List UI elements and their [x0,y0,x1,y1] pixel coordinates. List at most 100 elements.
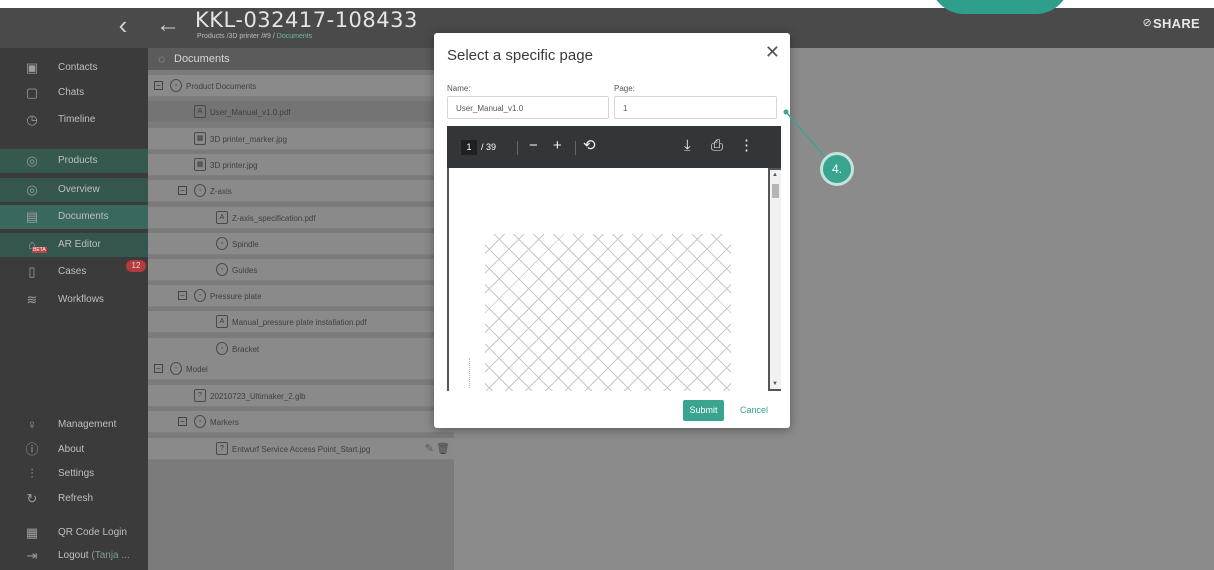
close-icon[interactable]: ✕ [765,43,780,61]
scroll-thumb[interactable] [772,184,779,198]
tree-row-guides[interactable]: ◦ Guides ⇪ [148,259,454,281]
sidebar-item-label: Overview [58,184,100,195]
sidebar-item-management[interactable]: ♀ Management [0,413,148,437]
tree-row-manual-pressure-plate[interactable]: A Manual_pressure plate installation.pdf… [148,311,454,333]
tree-row-ultimaker-glb[interactable]: ? 20210723_Ultimaker_2.glb ✎ [148,385,454,407]
pdf-scrollbar[interactable]: ▲ ▼ [770,170,781,389]
sidebar-item-label: Products [58,155,98,166]
sidebar-item-logout[interactable]: ⇥ Logout (Tanja ... [0,544,148,568]
step-number-badge: 4. [820,152,854,186]
tree-row-bracket[interactable]: ◦ Bracket ⇪ [148,338,454,360]
pdf-file-icon: A [194,105,206,118]
sidebar-item-label: Workflows [58,294,104,305]
model-file-icon: ? [194,389,206,402]
sidebar-item-label: Settings [58,468,95,479]
tree-row-label: 3D printer_marker.jpg [210,135,287,144]
tree-row-3d-printer-marker[interactable]: ▦ 3D printer_marker.jpg ⇪ [148,128,454,150]
folder-icon: ◦ [194,415,206,428]
cancel-button[interactable]: Cancel [740,405,768,415]
sidebar-item-refresh[interactable]: ↻ Refresh [0,487,148,511]
tree-row-label: Bracket [232,345,260,354]
sidebar-item-overview[interactable]: ◎ Overview [0,178,148,202]
cases-count-badge: 12 [126,260,146,272]
scroll-up-icon[interactable]: ▲ [772,172,778,178]
pdf-page-input[interactable]: 1 [461,140,477,155]
sidebar-item-label: QR Code Login [58,527,127,538]
trash-icon[interactable]: 🗑 [436,442,450,455]
tree-header-label: Documents [174,53,230,65]
pdf-viewer: 1 / 39 − + ⟲ ⤓ ⎙ ⋮ ▲ ▼ [447,126,781,391]
workflows-icon: ≋ [26,292,38,307]
tree-row-markers[interactable]: − ◦ Markers [148,411,454,433]
name-field[interactable]: User_Manual_v1.0 [447,96,609,119]
documents-tree-panel: ◌ Documents − ◦ Product Documents ⇪ A Us… [148,48,454,570]
rotate-icon[interactable]: ⟲ [583,137,596,155]
collapse-sidebar-button[interactable]: ‹ [110,12,136,38]
sidebar-item-settings[interactable]: ⫶ Settings [0,462,148,486]
print-icon[interactable]: ⎙ [711,137,723,155]
logout-label: Logout [58,550,89,561]
image-file-icon: ? [216,442,228,455]
folder-icon: ◦ [216,237,228,250]
collapse-toggle-icon[interactable]: − [178,186,187,195]
zoom-out-icon[interactable]: − [529,137,538,155]
sidebar-item-ar-editor[interactable]: ⌂ BETA AR Editor [0,233,148,257]
scroll-down-icon[interactable]: ▼ [772,381,778,387]
pdf-file-icon: A [216,211,228,224]
folder-icon: ◦ [194,289,206,302]
zoom-in-icon[interactable]: + [553,137,562,155]
more-options-icon[interactable]: ⋮ [739,137,754,155]
tree-row-z-axis[interactable]: − ◦ Z-axis ⇪ [148,180,454,202]
sidebar-item-products[interactable]: ◎ Products [0,149,148,173]
edit-icon[interactable]: ✎ [425,442,434,455]
documents-icon: ◌ [158,52,166,66]
tree-row-spindle[interactable]: ◦ Spindle ⇪ [148,233,454,255]
pdf-file-icon: A [216,315,228,328]
about-icon: ⓘ [25,442,39,457]
folder-icon: ◦ [216,342,228,355]
sidebar-item-timeline[interactable]: ◷ Timeline [0,108,148,132]
collapse-toggle-icon[interactable]: − [178,291,187,300]
sidebar-item-about[interactable]: ⓘ About [0,438,148,462]
decorative-arc [930,0,1070,14]
page-field[interactable]: 1 [614,96,777,119]
tree-row-label: Spindle [232,240,259,249]
tree-row-3d-printer-jpg[interactable]: ▦ 3D printer.jpg ⇪ [148,154,454,176]
sidebar-item-cases[interactable]: ▯ Cases 12 [0,260,148,284]
tree-row-label: Manual_pressure plate installation.pdf [232,318,367,327]
name-field-label: Name: [447,84,471,93]
share-icon: ⊘ [1142,17,1152,29]
collapse-toggle-icon[interactable]: − [178,417,187,426]
tree-row-pressure-plate[interactable]: − ◦ Pressure plate ⇪ [148,285,454,307]
tree-row-label: 20210723_Ultimaker_2.glb [210,392,306,401]
select-page-dialog: Select a specific page ✕ Name: User_Manu… [434,33,790,428]
sidebar-item-documents[interactable]: ▤ Documents [0,205,148,229]
share-label: SHARE [1152,16,1200,31]
download-icon[interactable]: ⤓ [684,137,691,155]
sidebar-item-label: Refresh [58,493,94,504]
management-icon: ♀ [27,417,37,432]
sidebar-item-qr-code-login[interactable]: ▦ QR Code Login [0,521,148,545]
contacts-icon: ▣ [25,60,39,75]
products-icon: ◎ [26,153,38,168]
collapse-toggle-icon[interactable]: − [154,364,163,373]
tree-row-z-axis-spec[interactable]: A Z-axis_specification.pdf ⇪ [148,207,454,229]
back-arrow-icon[interactable]: ← [156,12,184,38]
tree-row-label: Model [186,365,208,374]
submit-button[interactable]: Submit [683,400,724,421]
sidebar: ▣ Contacts ▢ Chats ◷ Timeline ◎ Products… [0,48,148,570]
tree-row-product-documents[interactable]: − ◦ Product Documents ⇪ [148,75,454,97]
sidebar-item-chats[interactable]: ▢ Chats [0,81,148,105]
sidebar-item-workflows[interactable]: ≋ Workflows [0,288,148,312]
collapse-toggle-icon[interactable]: − [154,81,163,90]
tree-row-user-manual[interactable]: A User_Manual_v1.0.pdf ⇪ [148,101,454,123]
sidebar-item-label: AR Editor [58,239,101,250]
sidebar-item-contacts[interactable]: ▣ Contacts [0,56,148,80]
tree-row-entwurf-service[interactable]: ? Entwurf Service Access Point_Start.jpg… [148,438,454,460]
tree-row-label: Pressure plate [210,292,262,301]
breadcrumb-path[interactable]: Products /3D printer /#9 / [197,33,275,40]
pdf-page-margin-text [469,358,473,388]
share-button[interactable]: ⊘SHARE [1142,16,1200,31]
tree-header: ◌ Documents [148,48,454,70]
tree-row-model[interactable]: − ◦ Model [148,358,454,380]
